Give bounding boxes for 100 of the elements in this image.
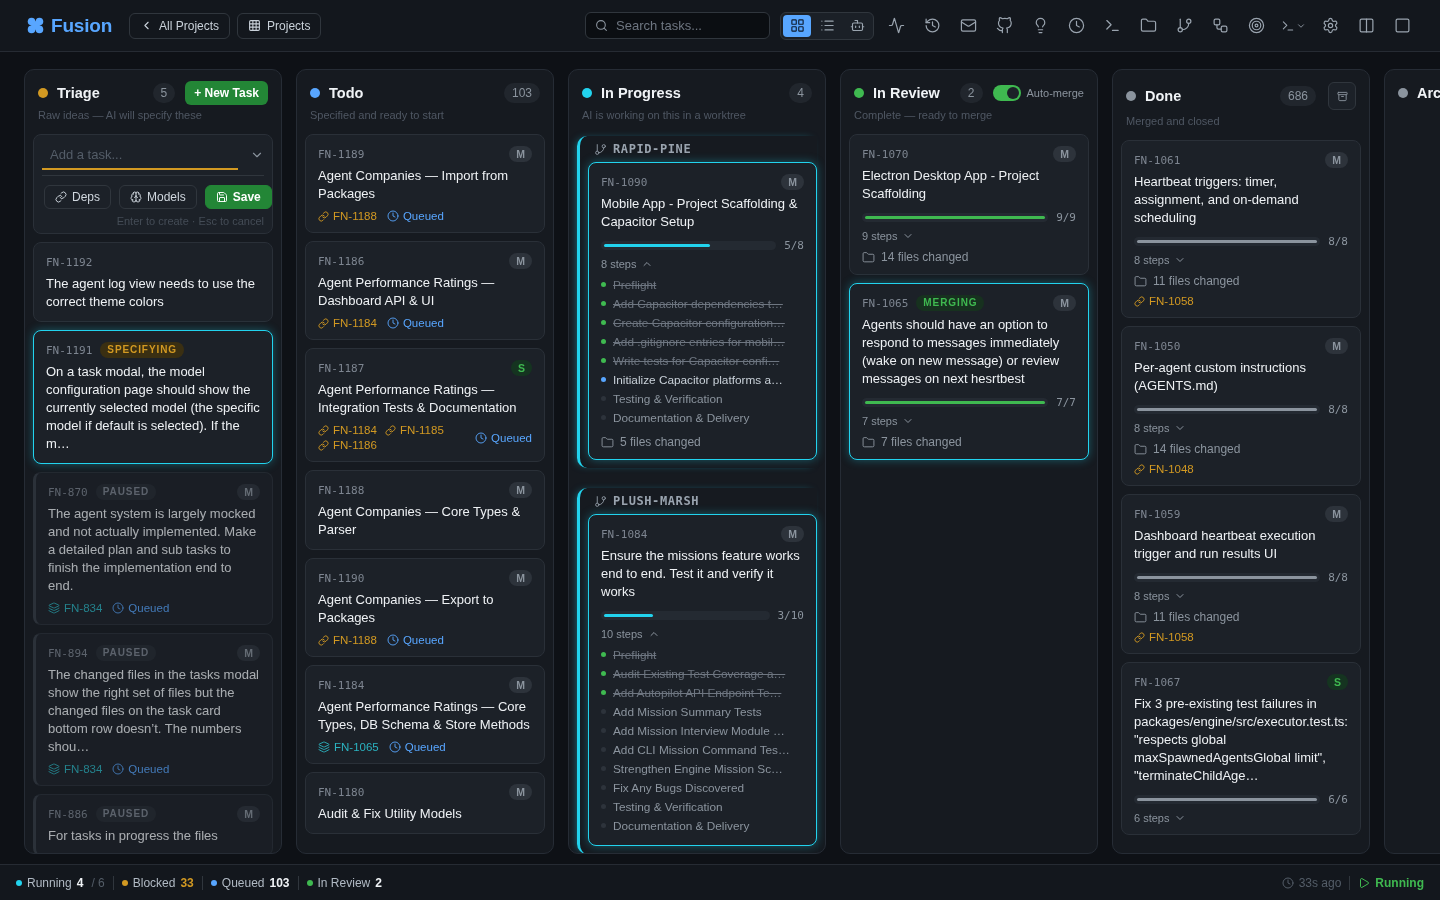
search-field[interactable]: Search tasks... [585,12,770,39]
task-card[interactable]: FN-1189 M Agent Companies — Import from Packages FN-1188 Queued [305,134,545,233]
task-id: FN-1188 [318,483,365,497]
dependency-link[interactable]: FN-1184 [318,317,377,329]
task-title: Agent Companies — Import from Packages [318,167,510,203]
task-title: Agent Performance Ratings — Dashboard API & UI [318,274,496,310]
steps-toggle[interactable]: 9 steps [862,230,915,242]
steps-toggle[interactable]: 8 steps [1134,422,1187,434]
task-card[interactable]: FN-1059 M Dashboard heartbeat execution trigger and run results UI 8/8 8 steps 11 files changed FN-1058 [1121,494,1361,654]
auto-merge-switch[interactable] [992,85,1021,101]
columns-icon [1357,17,1375,34]
clock-icon [112,602,125,614]
task-card[interactable]: FN-1188 M Agent Companies — Core Types & Parser [305,470,545,550]
link-icon [384,424,396,436]
queue-status: Queued [402,634,444,646]
link-icon [1134,295,1145,307]
size-badge: M [781,174,804,190]
status-badge: MERGING [916,295,985,311]
size-badge: M [509,482,532,498]
status-badge: PAUSED [95,806,157,822]
steps-toggle[interactable]: 8 steps [1134,254,1187,266]
column-title: Done [1145,88,1182,104]
queue-status: Queued [404,741,446,753]
task-card[interactable]: FN-1186 M Agent Performance Ratings — Dashboard API & UI FN-1184 Queued [305,241,545,340]
save-button[interactable]: Save [204,185,272,209]
dependency-link[interactable]: FN-1058 [1134,631,1194,643]
task-card[interactable]: FN-886 PAUSED M For tasks in progress the files [33,794,273,853]
projects-button[interactable]: Projects [237,12,322,39]
terminal-icon [1103,17,1121,34]
dependency-link[interactable]: FN-1048 [1134,463,1194,475]
task-card[interactable]: FN-1180 M Audit & Fix Utility Models [305,772,545,834]
task-card[interactable]: FN-894 PAUSED M The changed files in the tasks modal show the right set of files but the changed files on the task card bottom row doesn’t. The numbers shou… FN-834 Queued [33,633,273,786]
count-badge: 4 [789,83,812,103]
column-description: Raw ideas — AI will specify these [37,108,203,122]
parent-task-link[interactable]: FN-1065 [318,741,379,753]
task-card[interactable]: FN-1070 M Electron Desktop App - Project Scaffolding 9/9 9 steps 14 files changed [849,134,1089,275]
dependency-link[interactable]: FN-1185 [384,424,444,436]
robot-icon [849,18,865,33]
task-card[interactable]: FN-1192 The agent log view needs to use the correct theme colors [33,242,273,322]
step-label: Create Capacitor configuration… [613,315,785,330]
dependency-link[interactable]: FN-1186 [318,439,377,451]
status-label: Running [27,875,72,890]
deps-button[interactable]: Deps [44,185,111,209]
column-title: In Review [873,85,940,101]
status-value: 103 [269,875,290,890]
grid-icon [789,18,805,33]
column-description: Merged and closed [1125,114,1221,128]
folder-icon [1134,442,1147,456]
task-id: FN-1090 [601,175,648,189]
parent-task-link[interactable]: FN-834 [48,602,103,614]
task-card[interactable]: FN-1184 M Agent Performance Ratings — Core Types, DB Schema & Store Methods FN-1065 Queued [305,665,545,764]
dot-icon [601,339,606,344]
task-card[interactable]: FN-1187 S Agent Performance Ratings — Integration Tests & Documentation FN-1184 FN-1185 FN-1186 Queued [305,348,545,462]
task-card[interactable]: FN-870 PAUSED M The agent system is largely mocked and not actually implemented. Make a detailed plan and sub tasks to finish the implementation end to end. FN-834 Queued [33,472,273,625]
dot-icon [601,282,606,287]
clock-icon [386,634,399,646]
queue-status: Queued [128,602,170,614]
task-id: FN-1061 [1134,153,1181,167]
new-task-button[interactable]: + New Task [185,81,268,105]
dependency-link[interactable]: FN-1184 [318,424,377,436]
task-id: FN-1050 [1134,339,1181,353]
back-button[interactable]: All Projects [129,12,231,39]
link-icon [318,210,329,222]
steps-toggle[interactable]: 8 steps [1134,590,1187,602]
archive-button[interactable] [1328,82,1356,110]
task-card[interactable]: FN-1065 MERGING M Agents should have an option to respond to messages immediately (wake on new message) or review messages on next hesrtbest 7/7 7 steps 7 files changed [849,283,1089,460]
files-changed: 14 files changed [1153,442,1241,456]
task-card[interactable]: FN-1061 M Heartbeat triggers: timer, assignment, and on-demand scheduling 8/8 8 steps 11 files changed FN-1058 [1121,140,1361,318]
steps-toggle[interactable]: 6 steps [1134,812,1187,824]
task-card[interactable]: FN-1190 M Agent Companies — Export to Packages FN-1188 Queued [305,558,545,657]
steps-toggle[interactable]: 10 steps [601,628,660,640]
dependency-link[interactable]: FN-1058 [1134,295,1194,307]
size-badge: S [511,360,532,376]
dot-icon [601,671,606,676]
parent-task-link[interactable]: FN-834 [48,763,103,775]
status-badge: PAUSED [95,645,157,661]
last-updated: 33s ago [1298,875,1342,890]
play-icon [1358,876,1371,889]
task-card[interactable]: FN-1050 M Per-agent custom instructions (AGENTS.md) 8/8 8 steps 14 files changed FN-1048 [1121,326,1361,486]
task-card[interactable]: FN-1067 S Fix 3 pre-existing test failures in packages/engine/src/executor.test.ts: "respects global maxSpawnedAgentsGlobal limit", "terminateChildAge… 6/6 6 steps [1121,662,1361,835]
step-label: Add Mission Interview Module … [613,723,785,738]
board-view-button[interactable] [783,14,811,37]
task-id: FN-1187 [318,361,365,375]
steps-toggle[interactable]: 8 steps [601,258,654,270]
task-id: FN-894 [48,646,88,660]
task-title: The agent system is largely mocked and not actually implemented. Make a detailed plan and sub tasks to finish the implementation end to end. [48,505,258,595]
step-label: Preflight [613,277,657,292]
dependency-link[interactable]: FN-1188 [318,210,377,222]
task-input[interactable]: Add a task... [42,140,238,170]
step-label: Write tests for Capacitor confi… [613,353,780,368]
dependency-link[interactable]: FN-1188 [318,634,377,646]
steps-toggle[interactable]: 7 steps [862,415,915,427]
clock-icon [112,763,125,775]
step-label: Add .gitignore entries for mobil… [613,334,785,349]
clock-icon [388,741,401,753]
task-card[interactable]: FN-1191 SPECIFYING On a task modal, the model configuration page should show the currently selected model (the specific model if default is selected). If the m… [33,330,273,464]
worktree-name: RAPID-PINE [613,142,692,156]
step-label: Fix Any Bugs Discovered [613,780,745,795]
models-button[interactable]: Models [119,185,197,209]
status-value: 33 [180,875,194,890]
